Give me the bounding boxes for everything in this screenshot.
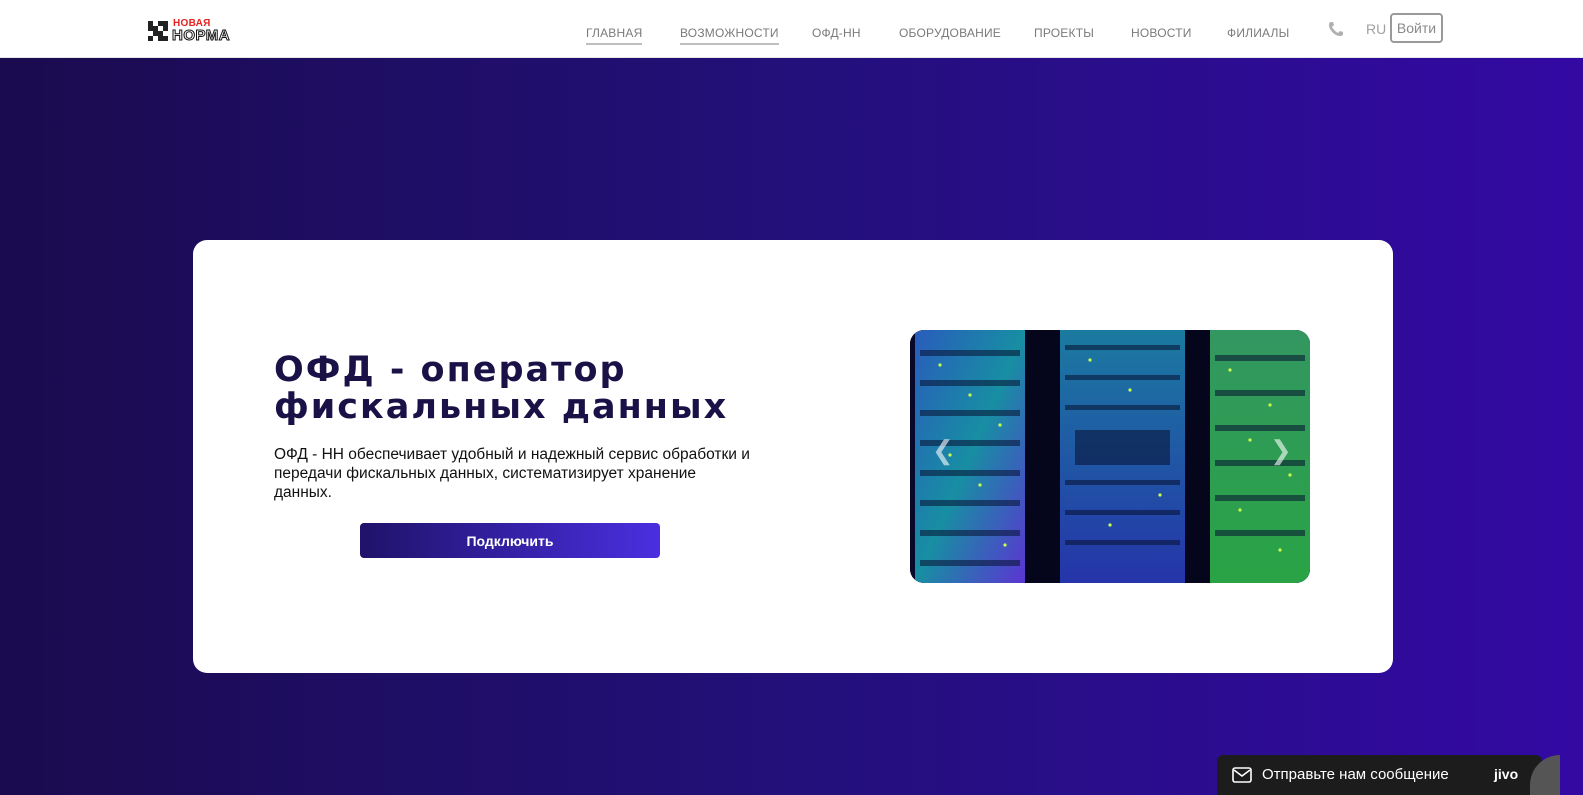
phone-icon[interactable] [1326, 19, 1346, 39]
chevron-right-icon[interactable]: ❯ [1270, 435, 1292, 466]
nav-item-features[interactable]: ВОЗМОЖНОСТИ [680, 26, 779, 45]
language-switch[interactable]: RU [1366, 21, 1386, 37]
logo[interactable]: НОВАЯ НОРМА [148, 18, 240, 45]
nav-item-news[interactable]: НОВОСТИ [1131, 26, 1192, 40]
nav-item-main[interactable]: ГЛАВНАЯ [586, 26, 643, 45]
server-racks-image [910, 330, 1310, 583]
nav-item-ofd-nn[interactable]: ОФД-НН [812, 26, 861, 40]
hero-description: ОФД - НН обеспечивает удобный и надежный… [274, 446, 750, 501]
connect-button[interactable]: Подключить [360, 523, 660, 558]
chat-label: Отправьте нам сообщение [1262, 766, 1449, 783]
image-carousel[interactable]: ❮ ❯ [910, 330, 1310, 583]
nav-item-branches[interactable]: ФИЛИАЛЫ [1227, 26, 1289, 40]
jivo-logo: jivo [1494, 766, 1519, 782]
hero-title: ОФД - оператор фискальных данных [274, 350, 729, 427]
site-header: НОВАЯ НОРМА ГЛАВНАЯ ВОЗМОЖНОСТИ ОФД-НН О… [0, 0, 1583, 58]
login-button[interactable]: Войти [1390, 13, 1443, 43]
nav-item-equipment[interactable]: ОБОРУДОВАНИЕ [899, 26, 1001, 40]
hero-card: ОФД - оператор фискальных данных ОФД - Н… [193, 240, 1393, 673]
mail-icon [1232, 767, 1252, 783]
chat-widget[interactable]: Отправьте нам сообщение jivo [1217, 755, 1542, 795]
nav-item-projects[interactable]: ПРОЕКТЫ [1034, 26, 1094, 40]
chevron-left-icon[interactable]: ❮ [932, 435, 954, 466]
logo-text-bottom: НОРМА [171, 27, 231, 45]
qr-logo-icon [148, 21, 168, 41]
